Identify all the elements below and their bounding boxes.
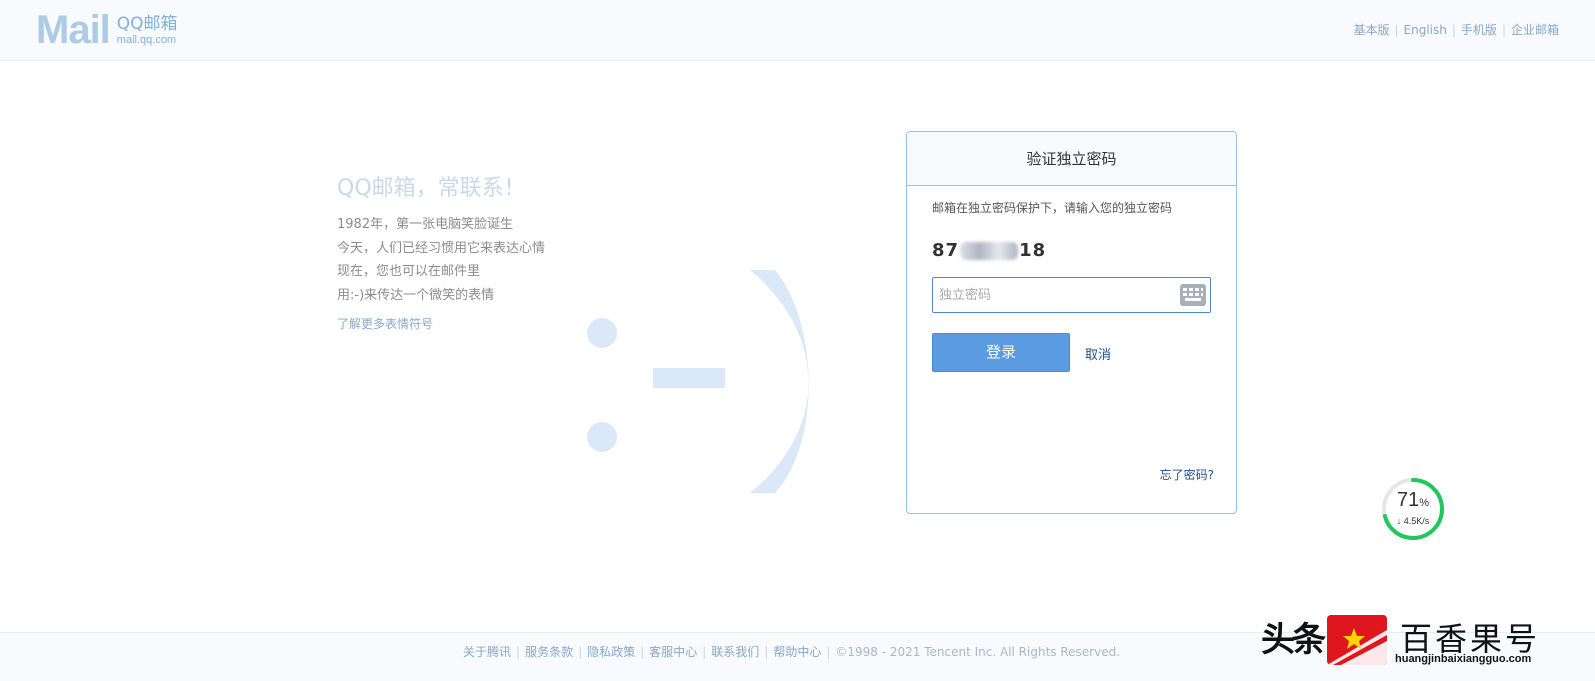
intro-line: 今天，人们已经习惯用它来表达心情 [337,240,546,256]
keyboard-icon[interactable] [1180,284,1206,306]
redacted-blur [960,241,1019,260]
mobile-version-link[interactable]: 手机版 [1461,21,1497,38]
slogan: QQ邮箱，常联系！ [337,176,526,201]
privacy-link[interactable]: 隐私政策 [587,643,635,660]
separator: | [1394,22,1399,37]
separator: | [702,644,707,659]
logo-qq-mail-text: QQ邮箱 [116,14,178,34]
english-link[interactable]: English [1404,23,1447,37]
watermark-url: huangjinbaixiangguo.com [1395,653,1532,665]
logo-mail-wordmark: Mail [36,8,111,52]
separator: | [578,644,583,659]
smiley-face-icon [587,270,809,493]
qq-mail-logo[interactable]: Mail QQ邮箱 mail.qq.com [36,10,178,50]
separator: | [764,644,769,659]
logo-url-text: mail.qq.com [116,34,177,46]
password-field[interactable] [932,277,1211,313]
separator: | [826,644,831,659]
contact-us-link[interactable]: 联系我们 [711,643,759,660]
watermark-toutiao-text: 头条 [1261,620,1326,660]
forgot-password-link[interactable]: 忘了密码? [1160,466,1214,483]
login-panel: 验证独立密码 邮箱在独立密码保护下，请输入您的独立密码 87 18 登录 取消 … [906,131,1237,514]
account-prefix: 87 [932,240,960,261]
top-links: 基本版 | English | 手机版 | 企业邮箱 [1353,21,1559,38]
top-header: Mail QQ邮箱 mail.qq.com 基本版 | English | 手机… [0,0,1595,61]
separator: | [640,644,645,659]
help-center-link[interactable]: 帮助中心 [773,643,821,660]
intro-line: 现在，您也可以在邮件里 [337,264,481,279]
speed-rate: ↓ 4.5K/s [1396,516,1430,526]
login-title: 验证独立密码 [907,132,1236,186]
network-speed-widget[interactable]: 71% ↓ 4.5K/s [1380,476,1446,542]
enterprise-mail-link[interactable]: 企业邮箱 [1511,21,1559,38]
terms-link[interactable]: 服务条款 [525,643,573,660]
separator: | [1501,22,1506,37]
login-tip: 邮箱在独立密码保护下，请输入您的独立密码 [932,201,1173,215]
separator: | [516,644,521,659]
login-button[interactable]: 登录 [932,333,1070,372]
basic-version-link[interactable]: 基本版 [1353,21,1389,38]
more-emoticons-link[interactable]: 了解更多表情符号 [337,315,433,332]
account-number: 87 18 [932,240,1046,261]
cancel-link[interactable]: 取消 [1085,344,1111,363]
intro-line: 1982年，第一张电脑笑脸诞生 [337,217,514,232]
separator: | [1451,22,1456,37]
speed-percent: 71% [1396,489,1430,511]
watermark-star-badge-icon [1327,615,1387,665]
intro-line: 用:-)来传达一个微笑的表情 [337,287,495,303]
about-tencent-link[interactable]: 关于腾讯 [463,643,511,660]
account-suffix: 18 [1019,240,1047,261]
support-center-link[interactable]: 客服中心 [649,643,697,660]
intro-description: 1982年，第一张电脑笑脸诞生 今天，人们已经习惯用它来表达心情 现在，您也可以… [337,213,545,307]
copyright: ©1998 - 2021 Tencent Inc. All Rights Res… [835,644,1121,659]
password-input[interactable] [933,278,1163,312]
